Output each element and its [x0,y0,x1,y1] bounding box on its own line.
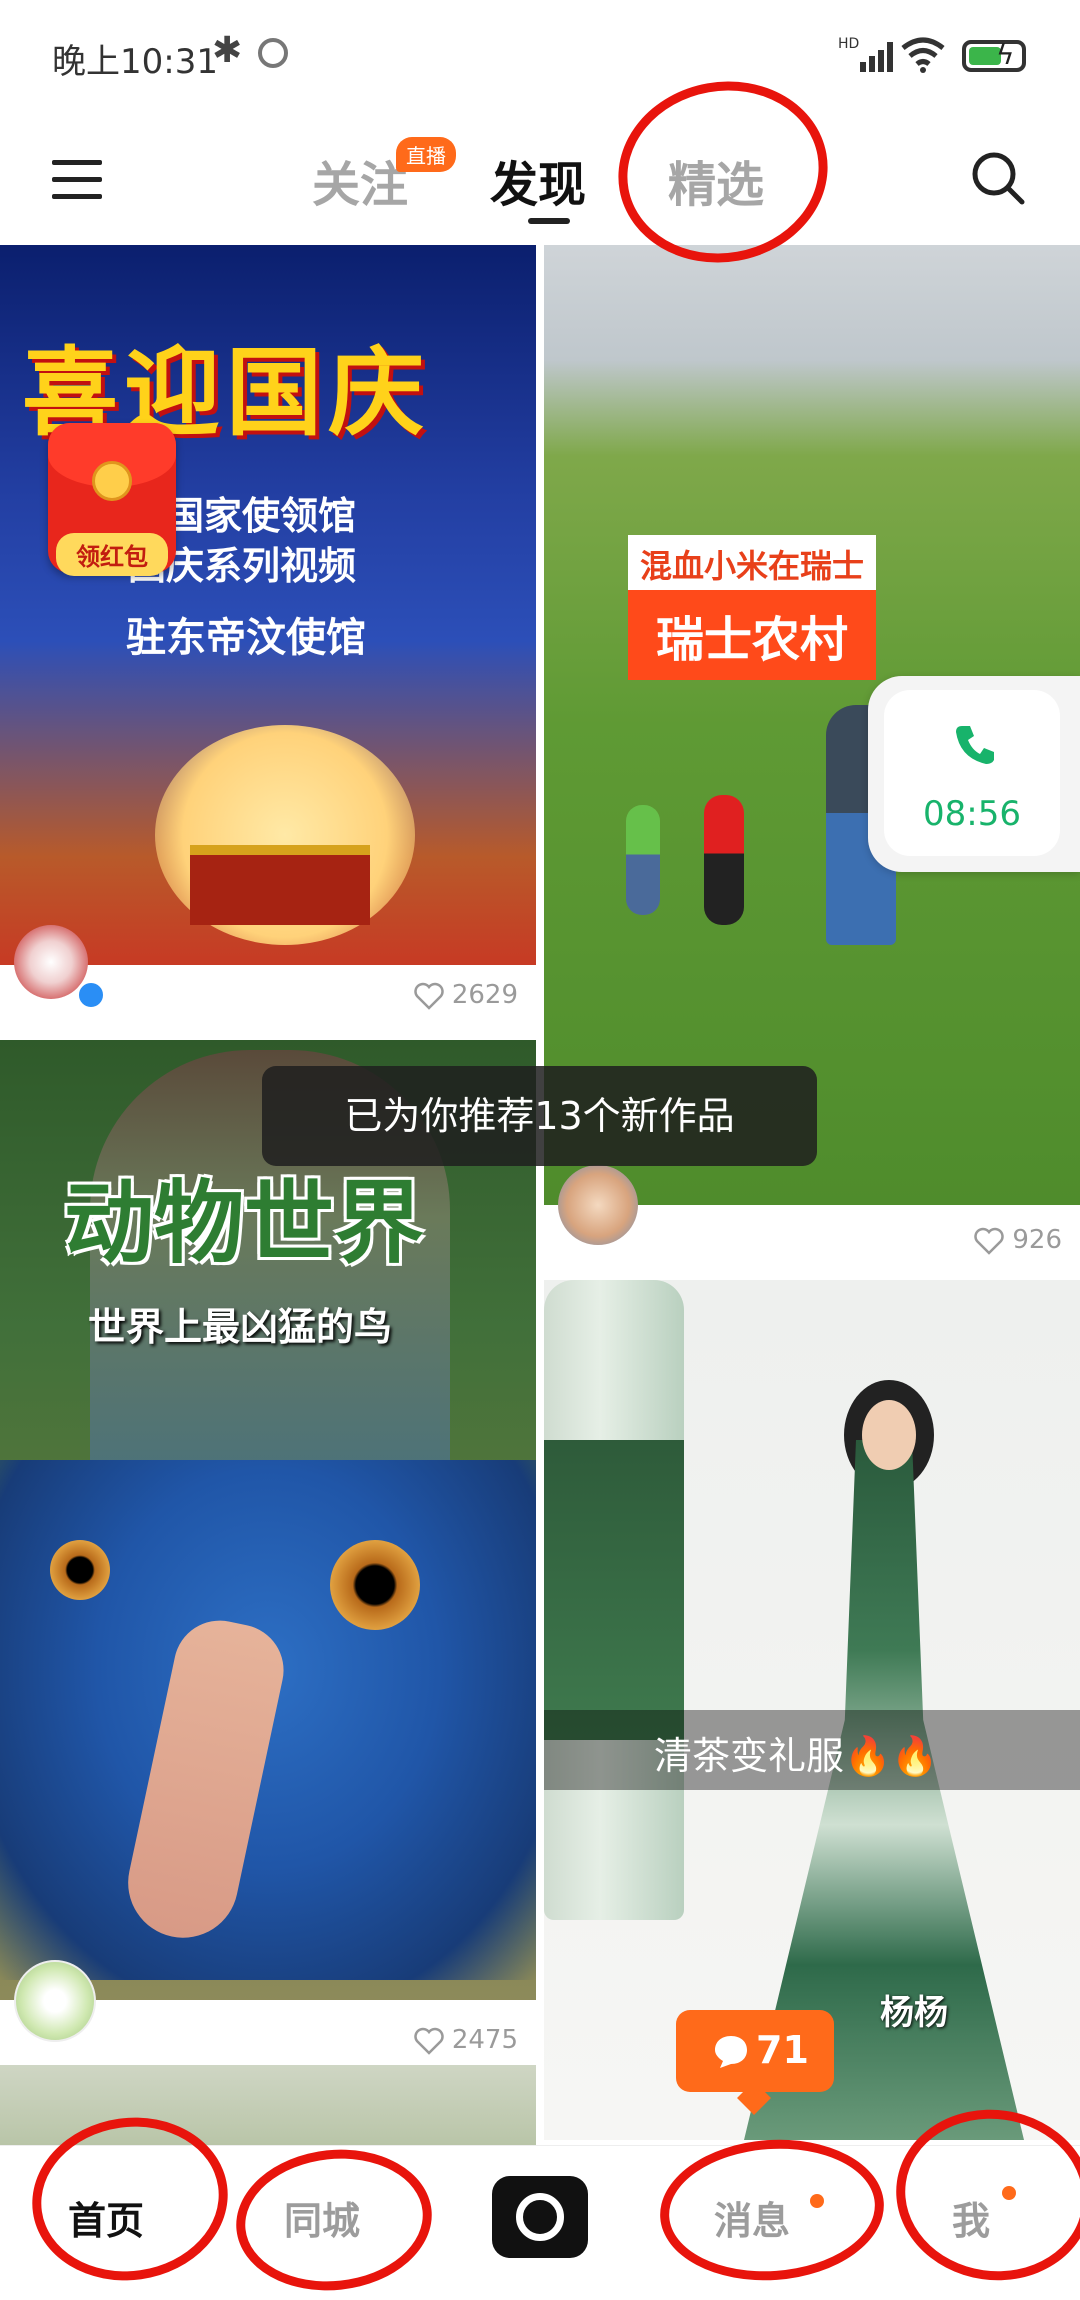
call-duration: 08:56 [923,794,1021,834]
video-card-animal-world[interactable]: 动物世界 世界上最凶猛的鸟 2475 [0,1040,536,2060]
hotspot-icon [258,38,288,68]
author-avatar[interactable] [14,1960,96,2042]
thumbnail-title: 动物世界 [64,1171,424,1276]
camera-button[interactable] [492,2176,588,2258]
author-avatar[interactable] [558,1165,638,1245]
tea-bottle-graphic [544,1280,684,1920]
ongoing-call-bubble[interactable]: 08:56 [868,676,1080,872]
battery-icon: ϟ [962,38,1026,72]
heart-icon [414,2027,444,2055]
thumbnail-subtitle: 驻东帝汶使馆 [126,615,366,661]
verified-icon [76,980,106,1010]
signal-icon: HD [838,36,893,72]
red-packet-button[interactable]: 领红包 [48,423,176,576]
child-figure [626,805,660,915]
network-type: HD [838,36,859,52]
like-count-value: 2629 [451,980,518,1010]
search-icon[interactable] [970,150,1026,206]
live-badge: 直播 [396,137,456,172]
video-thumbnail[interactable]: 喜迎国庆 边国家使领馆 国庆系列视频 驻东帝汶使馆 领红包 [0,245,536,965]
thumbnail-title: 瑞士农村 [628,590,877,680]
status-time: 晚上10:31 [52,42,218,82]
coin-icon [92,461,132,501]
phone-icon [956,726,994,764]
tab-follow[interactable]: 关注 [312,145,408,215]
heart-icon [414,982,444,1010]
thumbnail-subtitle: 世界上最凶猛的鸟 [88,1305,393,1349]
video-caption: 清茶变礼服🔥🔥 [654,1734,939,1778]
toast-text: 已为你推荐13个新作品 [344,1094,735,1138]
like-count-value: 926 [1012,1225,1062,1255]
like-count[interactable]: 2629 [414,980,518,1010]
like-count[interactable]: 2475 [414,2025,518,2055]
camera-icon [516,2193,564,2241]
red-packet-label: 领红包 [56,533,168,576]
like-count-value: 2475 [451,2025,518,2055]
video-card-national-day[interactable]: 喜迎国庆 边国家使领馆 国庆系列视频 驻东帝汶使馆 领红包 2629 [0,245,536,1035]
top-nav: 关注 直播 发现 精选 [0,115,1080,245]
chat-bubble-icon [715,2036,747,2068]
menu-icon[interactable] [52,160,102,200]
tab-discover[interactable]: 发现 [490,145,586,215]
tiananmen-graphic [190,845,370,925]
bird-eye [50,1540,110,1600]
message-count-bubble[interactable]: 71 [676,2010,834,2115]
bird-eye [330,1540,420,1630]
video-thumbnail[interactable]: 动物世界 世界上最凶猛的鸟 [0,1040,536,2000]
author-name[interactable]: 杨杨 [880,1985,948,2034]
active-tab-indicator [528,218,570,224]
message-count: 71 [756,2028,809,2072]
thumbnail-tag: 混血小米在瑞士 [628,535,877,593]
status-bar: 晚上10:31 ✱ HD ϟ [0,0,1080,115]
toast-message: 已为你推荐13个新作品 [262,1066,817,1166]
face-graphic [862,1400,916,1470]
wifi-icon [901,37,945,73]
bluetooth-icon: ✱ [212,30,243,71]
heart-icon [974,1227,1005,1255]
child-figure [704,795,744,925]
like-count[interactable]: 926 [974,1225,1062,1255]
